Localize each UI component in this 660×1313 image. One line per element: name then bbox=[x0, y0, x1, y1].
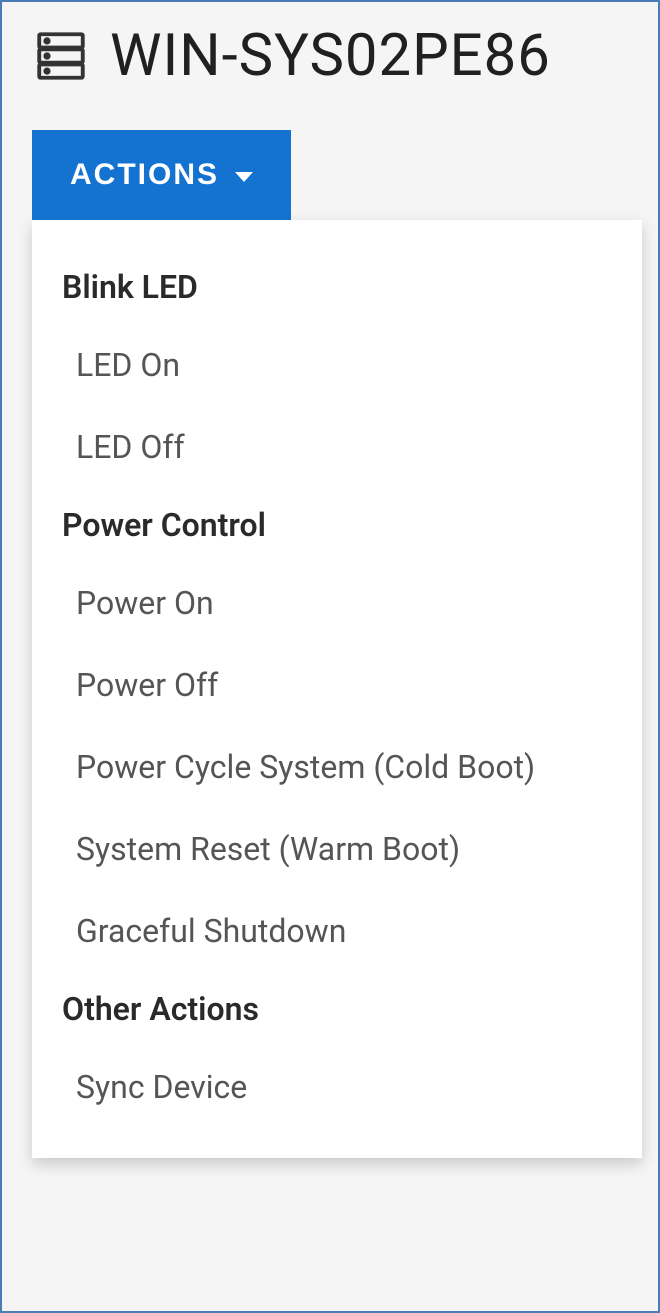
section-header-power-control: Power Control bbox=[32, 488, 642, 562]
menu-item-graceful-shutdown[interactable]: Graceful Shutdown bbox=[32, 890, 642, 972]
menu-item-led-on[interactable]: LED On bbox=[32, 324, 642, 406]
actions-button[interactable]: ACTIONS bbox=[32, 130, 291, 220]
actions-button-label: ACTIONS bbox=[70, 158, 219, 192]
server-icon bbox=[32, 27, 90, 85]
section-header-other-actions: Other Actions bbox=[32, 972, 642, 1046]
menu-item-led-off[interactable]: LED Off bbox=[32, 406, 642, 488]
page-title: WIN-SYS02PE86 bbox=[110, 22, 551, 90]
menu-item-system-reset[interactable]: System Reset (Warm Boot) bbox=[32, 808, 642, 890]
actions-container: ACTIONS Blink LED LED On LED Off Power C… bbox=[2, 110, 658, 1158]
menu-item-power-cycle[interactable]: Power Cycle System (Cold Boot) bbox=[32, 726, 642, 808]
menu-item-power-on[interactable]: Power On bbox=[32, 562, 642, 644]
menu-item-sync-device[interactable]: Sync Device bbox=[32, 1046, 642, 1128]
page-header: WIN-SYS02PE86 bbox=[2, 2, 658, 110]
actions-dropdown: Blink LED LED On LED Off Power Control P… bbox=[32, 220, 642, 1158]
section-header-blink-led: Blink LED bbox=[32, 250, 642, 324]
caret-down-icon bbox=[235, 172, 253, 182]
menu-item-power-off[interactable]: Power Off bbox=[32, 644, 642, 726]
